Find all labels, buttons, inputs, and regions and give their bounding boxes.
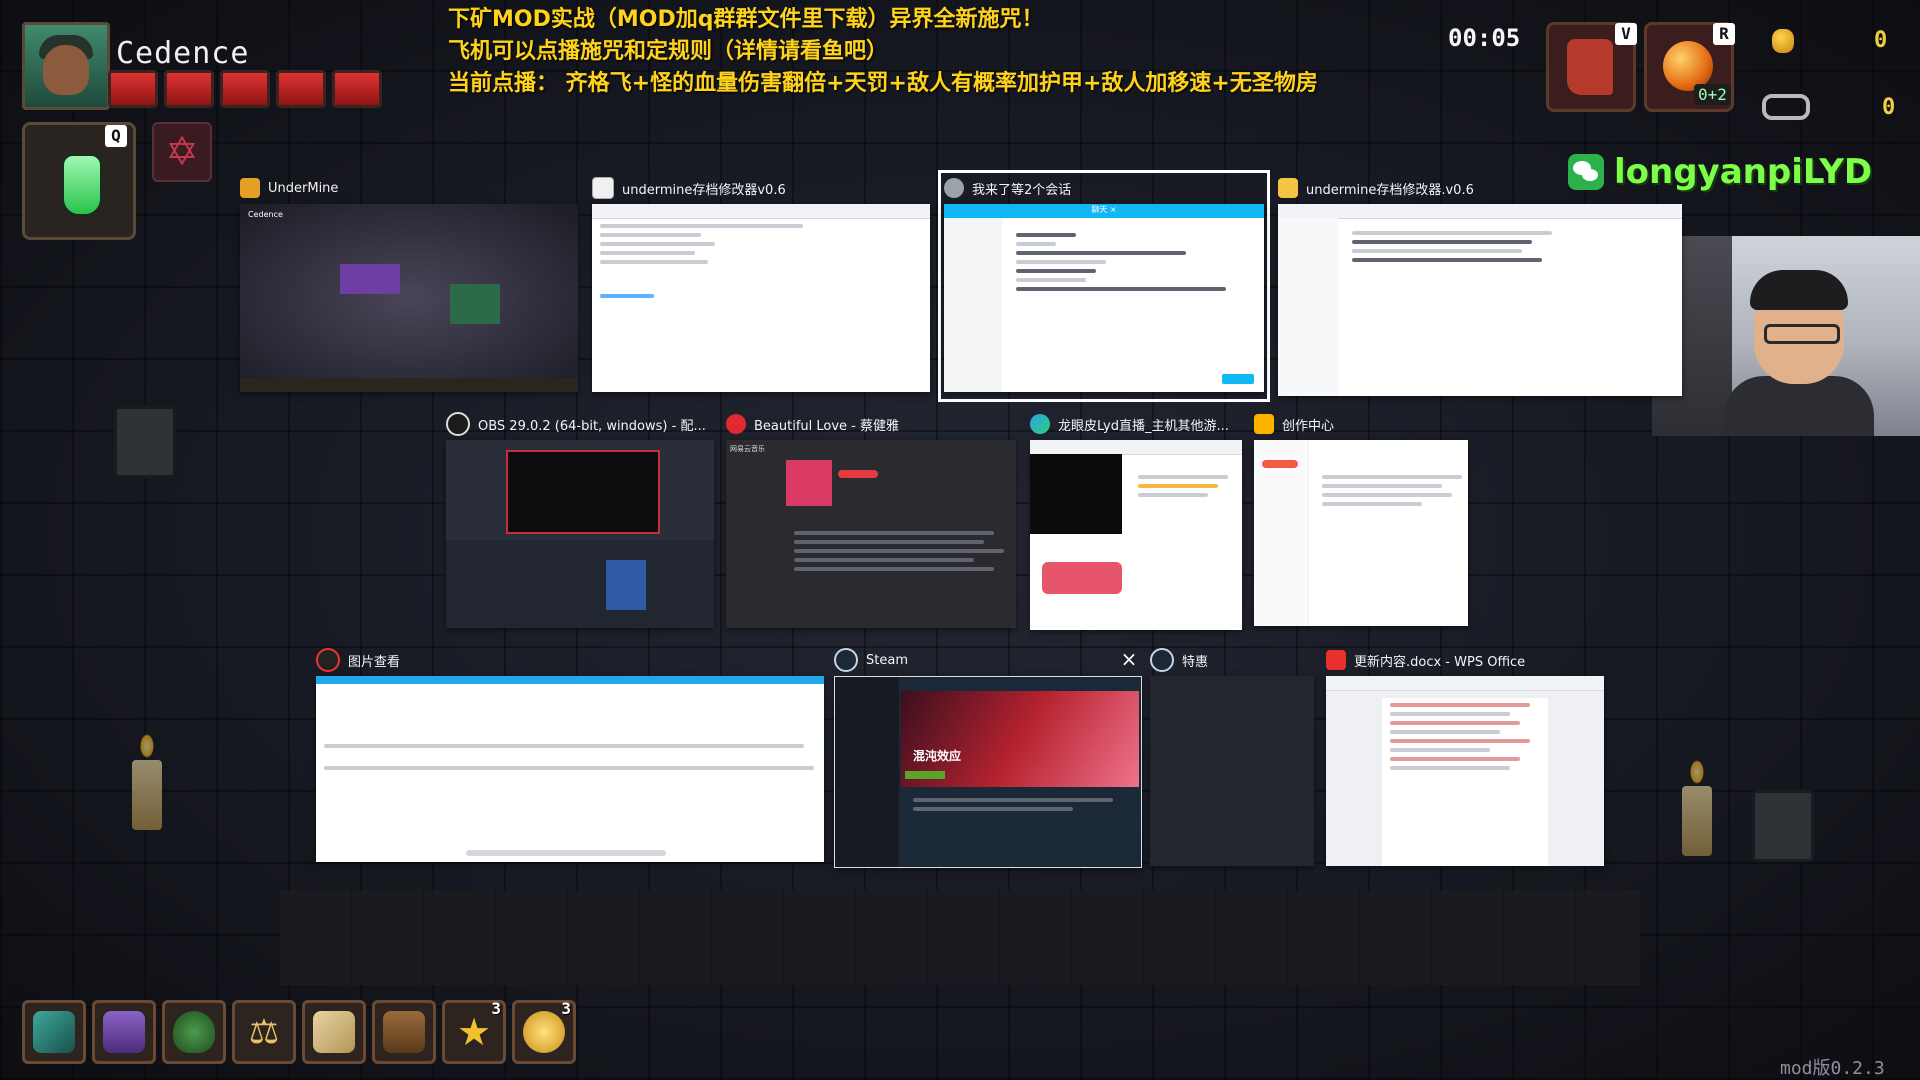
window-thumbnail xyxy=(316,676,824,862)
window-title: 特惠 xyxy=(1182,654,1209,670)
inventory-slot xyxy=(302,1000,366,1064)
switcher-item-save-editor[interactable]: undermine存档修改器v0.6 xyxy=(592,176,930,396)
potion-icon xyxy=(61,153,103,217)
switcher-item-steam-sale[interactable]: 特惠 xyxy=(1150,648,1314,868)
close-icon[interactable]: × xyxy=(1118,648,1140,670)
boots-item: V xyxy=(1546,22,1637,112)
mod-version: mod版0.2.3 xyxy=(1780,1058,1885,1079)
potion-hotkey: Q xyxy=(105,125,127,147)
heart-icon xyxy=(220,70,270,108)
window-thumbnail xyxy=(1326,676,1604,866)
window-title: 龙眼皮Lyd直播_主机其他游... xyxy=(1058,418,1229,434)
switcher-item-obs[interactable]: OBS 29.0.2 (64-bit, windows) - 配... xyxy=(446,412,714,632)
announcement-line-2: 飞机可以点播施咒和定规则（详情请看鱼吧） xyxy=(448,39,889,64)
inventory-slot xyxy=(22,1000,86,1064)
window-title: undermine存档修改器.v0.6 xyxy=(1306,182,1474,198)
streamer-webcam xyxy=(1652,236,1920,436)
player-portrait xyxy=(22,22,110,110)
key-counter: 0 xyxy=(1762,94,1895,120)
chat-avatar-icon xyxy=(944,178,964,198)
obs-app-icon xyxy=(446,412,470,436)
gold-counter: 0 xyxy=(1772,28,1887,53)
inventory-slot: ⚖ xyxy=(232,1000,296,1064)
pentagram-relic-icon: ✡ xyxy=(152,122,212,182)
wps-office-icon xyxy=(1326,650,1346,670)
window-title: 创作中心 xyxy=(1282,418,1335,434)
folder-icon xyxy=(1278,178,1298,198)
green-cannon-icon xyxy=(33,1011,75,1053)
map-scroll-icon xyxy=(313,1011,355,1053)
star-relic-icon: ★ xyxy=(456,1010,492,1054)
switcher-item-wps[interactable]: 更新内容.docx - WPS Office xyxy=(1326,648,1604,868)
window-title: Beautiful Love - 蔡健雅 xyxy=(754,418,900,434)
switcher-item-image-viewer[interactable]: 图片查看 xyxy=(316,648,824,864)
key-icon xyxy=(1762,94,1810,120)
relic-inventory: ⚖ ★ 3 3 xyxy=(22,999,576,1064)
stream-announcement: 下矿MOD实战（MOD加q群群文件里下载）异界全新施咒！ 飞机可以点播施咒和定规… xyxy=(448,4,1318,100)
switcher-item-file-explorer[interactable]: undermine存档修改器.v0.6 xyxy=(1278,176,1682,396)
netease-music-icon xyxy=(726,414,746,434)
heart-icon xyxy=(276,70,326,108)
save-editor-app-icon xyxy=(592,177,614,199)
window-thumbnail xyxy=(592,204,930,392)
heart-icon xyxy=(164,70,214,108)
window-title: 更新内容.docx - WPS Office xyxy=(1354,654,1526,670)
bomb-count: 0+2 xyxy=(1694,84,1731,105)
undermine-app-icon xyxy=(240,178,260,198)
switcher-item-steam[interactable]: Steam × 混沌效应 xyxy=(834,648,1142,868)
inventory-slot xyxy=(92,1000,156,1064)
scales-icon: ⚖ xyxy=(248,1012,280,1052)
window-thumbnail: Cedence xyxy=(240,204,578,392)
run-timer: 00:05 xyxy=(1448,24,1521,52)
window-title: 图片查看 xyxy=(348,654,401,670)
announcement-line-1: 下矿MOD实战（MOD加q群群文件里下载）异界全新施咒！ xyxy=(448,7,1044,32)
edge-browser-icon xyxy=(1030,414,1050,434)
switcher-item-chat[interactable]: 我来了等2个会话 聊天 × xyxy=(938,170,1270,402)
gold-amount: 0 xyxy=(1874,28,1888,53)
heart-icon xyxy=(332,70,382,108)
boots-icon xyxy=(1567,39,1613,95)
window-thumbnail xyxy=(1030,440,1242,630)
potion-slot: Q xyxy=(22,122,136,240)
inventory-slot xyxy=(162,1000,226,1064)
green-sack-icon xyxy=(173,1011,215,1053)
steam-icon xyxy=(834,648,858,672)
announcement-line-3: 当前点播： 齐格飞+怪的血量伤害翻倍+天罚+敌人有概率加护甲+敌人加移速+无圣物… xyxy=(448,71,1318,96)
window-thumbnail: 混沌效应 xyxy=(834,676,1142,868)
window-thumbnail xyxy=(446,440,714,628)
switcher-item-music[interactable]: Beautiful Love - 蔡健雅 网易云音乐 xyxy=(726,412,1016,632)
inventory-slot: 3 xyxy=(512,999,576,1064)
boots-hotkey: V xyxy=(1615,23,1637,45)
health-bar xyxy=(108,70,382,108)
inventory-slot xyxy=(372,1000,436,1064)
window-title: OBS 29.0.2 (64-bit, windows) - 配... xyxy=(478,418,706,434)
heart-icon xyxy=(108,70,158,108)
window-title: undermine存档修改器v0.6 xyxy=(622,182,786,198)
steam-icon xyxy=(1150,648,1174,672)
purple-chest-icon xyxy=(103,1011,145,1053)
bomb-hotkey: R xyxy=(1713,23,1735,45)
switcher-item-undermine[interactable]: UnderMine Cedence xyxy=(240,176,578,396)
gold-icon xyxy=(1772,28,1794,53)
window-title: UnderMine xyxy=(268,180,339,196)
window-thumbnail xyxy=(1150,676,1314,866)
window-title: 我来了等2个会话 xyxy=(972,182,1072,198)
key-amount: 0 xyxy=(1882,94,1896,120)
switcher-item-douyu-stream[interactable]: 龙眼皮Lyd直播_主机其他游... xyxy=(1030,412,1242,632)
book-icon xyxy=(383,1011,425,1053)
creator-center-icon xyxy=(1254,414,1274,434)
window-thumbnail xyxy=(1278,204,1682,396)
window-thumbnail: 聊天 × xyxy=(944,204,1264,392)
switcher-item-creator-center[interactable]: 创作中心 xyxy=(1254,412,1468,632)
image-viewer-icon xyxy=(316,648,340,672)
player-name: Cedence xyxy=(116,36,250,71)
window-thumbnail xyxy=(1254,440,1468,626)
gold-coin-relic-icon xyxy=(523,1011,565,1053)
inventory-slot: ★ 3 xyxy=(442,999,506,1064)
window-title: Steam xyxy=(866,652,908,668)
window-thumbnail: 网易云音乐 xyxy=(726,440,1016,628)
